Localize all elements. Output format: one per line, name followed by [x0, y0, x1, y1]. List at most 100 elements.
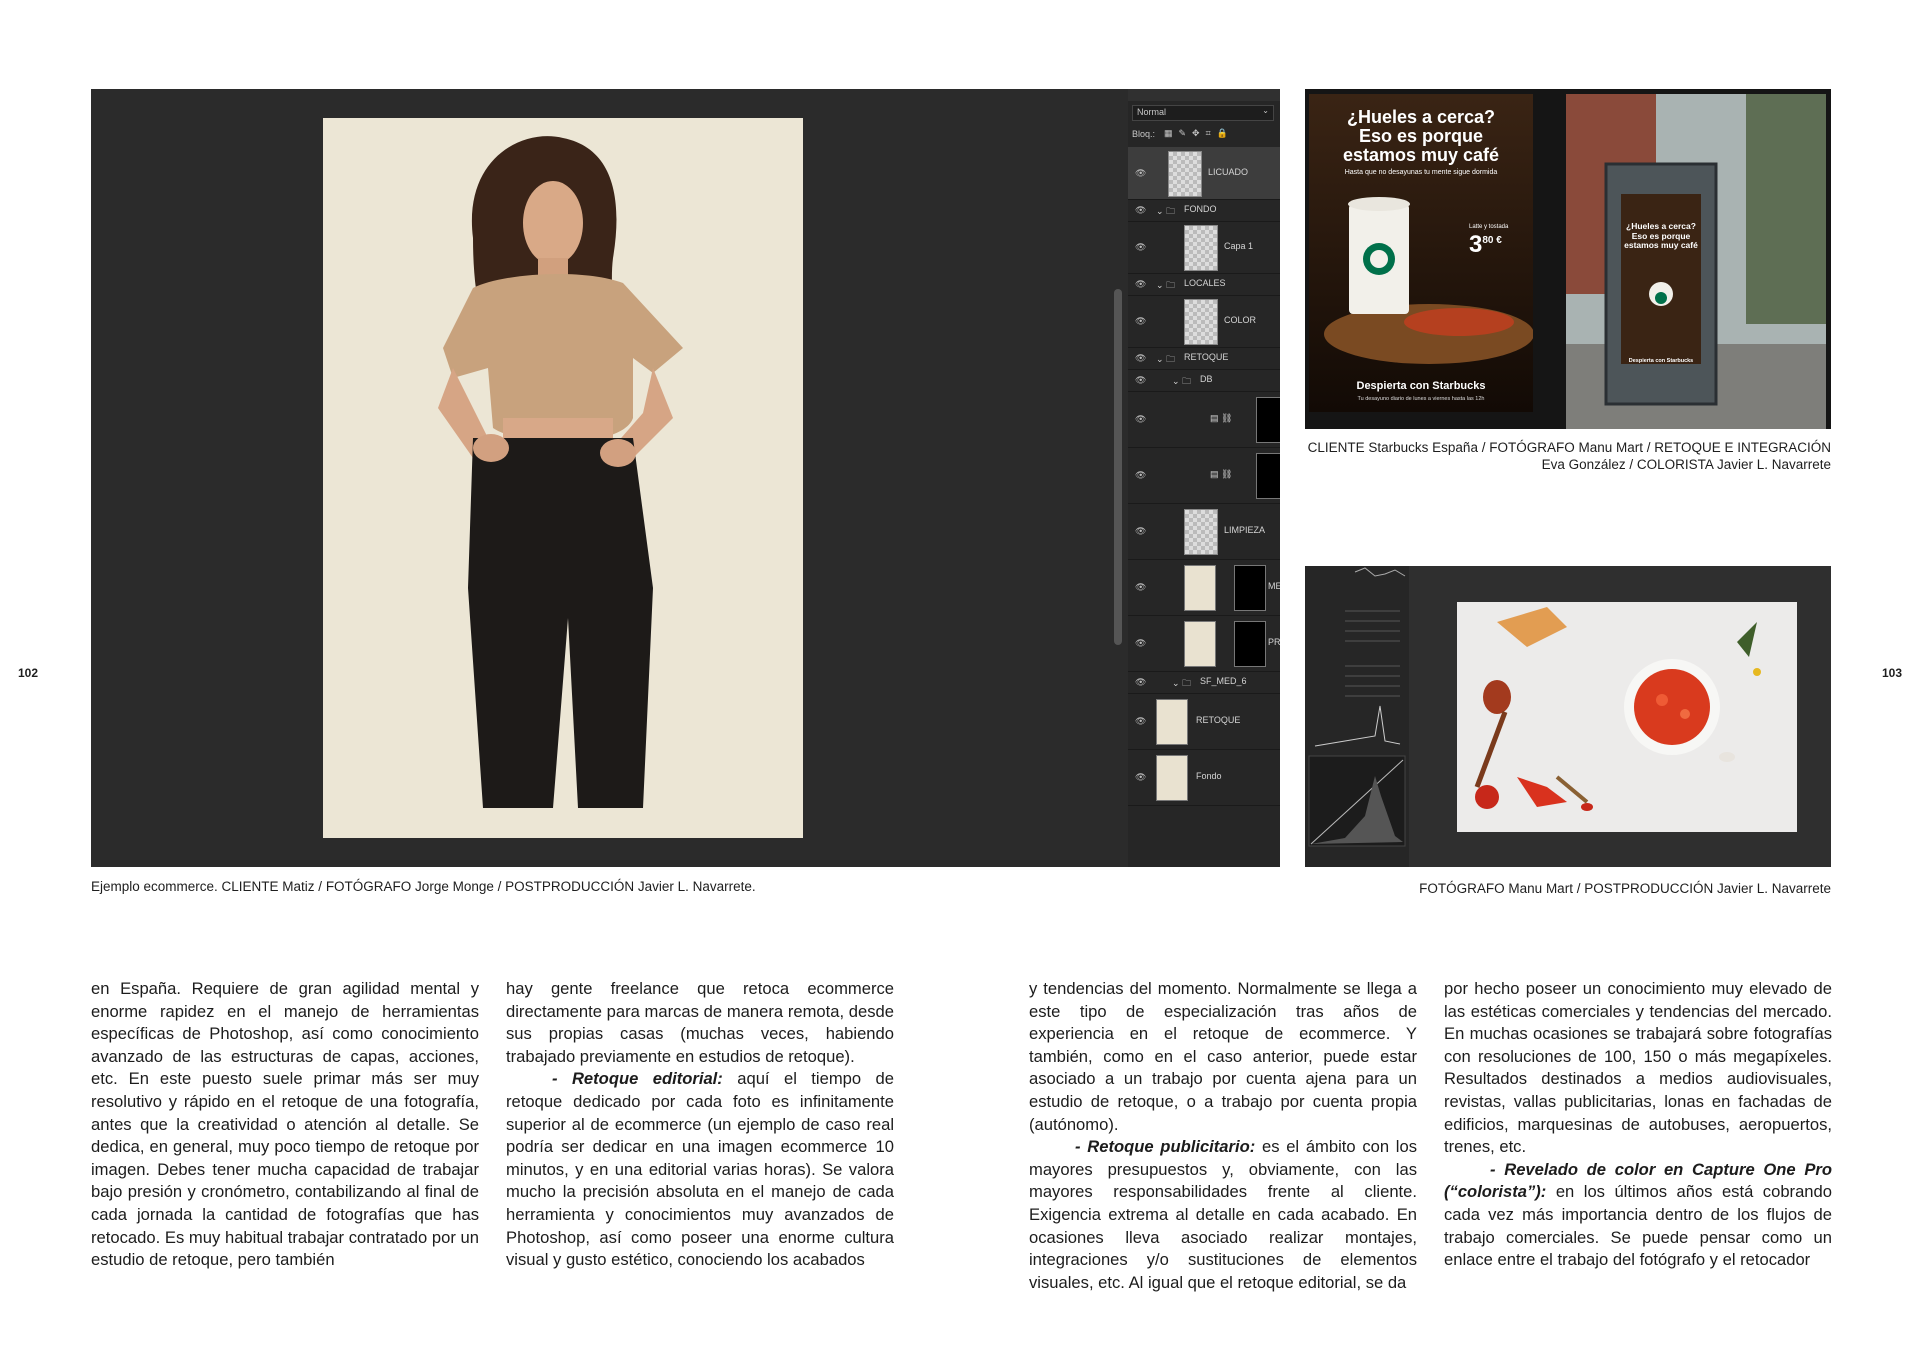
- layer-row[interactable]: 👁 ME: [1128, 559, 1280, 616]
- visibility-eye-icon[interactable]: 👁: [1135, 279, 1146, 290]
- blend-mode-select[interactable]: Normal ⌄: [1132, 105, 1274, 121]
- starbucks-figure: ¿Hueles a cerca? Eso es porque estamos m…: [1305, 89, 1831, 429]
- layer-name: COLOR: [1224, 315, 1257, 325]
- layer-thumbnail: [1156, 699, 1188, 745]
- ad-headline-3: estamos muy café: [1342, 145, 1500, 165]
- layer-row[interactable]: 👁 LIMPIEZA: [1128, 503, 1280, 560]
- visibility-eye-icon[interactable]: 👁: [1135, 772, 1146, 783]
- bus-shelter-photo: ¿Hueles a cerca? Eso es porque estamos m…: [1566, 94, 1826, 429]
- layer-name: ME: [1268, 581, 1280, 591]
- layer-name: RETOQUE: [1184, 352, 1229, 362]
- layer-thumbnail: [1184, 565, 1216, 611]
- layer-mask-thumbnail: [1256, 397, 1280, 443]
- layer-name: FONDO: [1184, 204, 1217, 214]
- layer-name: Capa 1: [1224, 241, 1254, 251]
- paragraph: y tendencias del momento. Normalmente se…: [1029, 979, 1417, 1134]
- visibility-eye-icon[interactable]: 👁: [1135, 168, 1146, 179]
- layer-name: DB: [1200, 374, 1213, 384]
- tomato-food-photo: [1457, 602, 1797, 832]
- ad-price-whole: 3: [1469, 231, 1483, 258]
- visibility-eye-icon[interactable]: 👁: [1135, 414, 1146, 425]
- folder-icon[interactable]: ⌄ 🗀: [1172, 676, 1191, 692]
- folder-icon[interactable]: ⌄ 🗀: [1172, 374, 1191, 390]
- paragraph: en España. Requiere de gran agilidad men…: [91, 979, 479, 1270]
- chevron-down-icon: ⌄: [1262, 106, 1269, 115]
- layer-row[interactable]: 👁 ⌄ 🗀 RETOQUE: [1128, 347, 1280, 370]
- layer-row[interactable]: 👁 ⌄ 🗀 FONDO: [1128, 199, 1280, 222]
- layer-thumbnail: [1168, 151, 1202, 197]
- ad-price: 380 €: [1469, 231, 1502, 259]
- paragraph: - Revelado de color en Capture One Pro (…: [1444, 1159, 1832, 1270]
- visibility-eye-icon[interactable]: 👁: [1135, 353, 1146, 364]
- layer-name: PR: [1268, 637, 1280, 647]
- text-column-2: hay gente freelance que retoca ecommerce…: [506, 978, 894, 1278]
- layer-thumbnail: [1184, 299, 1218, 345]
- model-photo: [323, 118, 803, 838]
- adjustment-icon: ▤ ⛓: [1210, 413, 1233, 423]
- adjustment-icon: ▤ ⛓: [1210, 469, 1233, 479]
- page-number-left: 102: [18, 666, 39, 680]
- layer-row[interactable]: 👁 ▤ ⛓: [1128, 447, 1280, 504]
- ad-headline-1: ¿Hueles a cerca?: [1346, 107, 1496, 127]
- layer-row[interactable]: 👁 LICUADO: [1128, 147, 1280, 200]
- layer-thumbnail: [1156, 755, 1188, 801]
- folder-icon[interactable]: ⌄ 🗀: [1156, 352, 1175, 368]
- visibility-eye-icon[interactable]: 👁: [1135, 716, 1146, 727]
- layer-thumbnail: [1184, 621, 1216, 667]
- starbucks-caption: CLIENTE Starbucks España / FOTÓGRAFO Man…: [1307, 440, 1831, 472]
- folder-icon[interactable]: ⌄ 🗀: [1156, 278, 1175, 294]
- layer-name: LICUADO: [1208, 167, 1249, 177]
- layer-mask-thumbnail: [1234, 565, 1266, 611]
- text-column-1: en España. Requiere de gran agilidad men…: [91, 978, 479, 1278]
- layer-row[interactable]: 👁 ⌄ 🗀 LOCALES: [1128, 273, 1280, 296]
- term-retoque-publicitario: - Retoque publicitario:: [1075, 1137, 1256, 1157]
- layer-name: LIMPIEZA: [1224, 525, 1266, 535]
- ad-headline-2: Eso es porque: [1358, 126, 1484, 146]
- layer-row[interactable]: 👁 ▤ ⛓: [1128, 391, 1280, 448]
- text-column-3: y tendencias del momento. Normalmente se…: [1029, 978, 1417, 1292]
- visibility-eye-icon[interactable]: 👁: [1135, 582, 1146, 593]
- shelter-ad-footer: Despierta con Starbucks: [1628, 358, 1694, 364]
- visibility-eye-icon[interactable]: 👁: [1135, 526, 1146, 537]
- ad-subline: Hasta que no desayunas tu mente sigue do…: [1344, 169, 1498, 176]
- capture-one-tools-panel: [1305, 566, 1409, 867]
- layer-row[interactable]: 👁 ⌄ 🗀 SF_MED_6: [1128, 671, 1280, 694]
- layer-row[interactable]: 👁 Fondo: [1128, 749, 1280, 806]
- layers-panel: Normal ⌄ Bloq.: ▦✎✥⌗🔒 👁 LICUADO 👁 ⌄ 🗀 FONDO 👁…: [1128, 89, 1280, 867]
- visibility-eye-icon[interactable]: 👁: [1135, 316, 1146, 327]
- lock-label: Bloq.:: [1132, 129, 1156, 139]
- visibility-eye-icon[interactable]: 👁: [1135, 375, 1146, 386]
- visibility-eye-icon[interactable]: 👁: [1135, 677, 1146, 688]
- ad-price-label: Latte y tostada: [1469, 224, 1509, 230]
- canvas-scrollbar[interactable]: [1114, 289, 1122, 645]
- layer-row[interactable]: 👁 ⌄ 🗀 DB: [1128, 369, 1280, 392]
- visibility-eye-icon[interactable]: 👁: [1135, 470, 1146, 481]
- paragraph: - Retoque publicitario: es el ámbito con…: [1029, 1137, 1417, 1292]
- lock-icons[interactable]: ▦✎✥⌗🔒: [1164, 128, 1234, 139]
- starbucks-ad-poster: ¿Hueles a cerca? Eso es porque estamos m…: [1309, 94, 1533, 412]
- layer-row[interactable]: 👁 PR: [1128, 615, 1280, 672]
- ad-price-cents: 80 €: [1482, 235, 1502, 246]
- layer-mask-thumbnail: [1234, 621, 1266, 667]
- folder-icon[interactable]: ⌄ 🗀: [1156, 204, 1175, 220]
- page-number-right: 103: [1882, 666, 1903, 680]
- layer-row[interactable]: 👁 RETOQUE: [1128, 693, 1280, 750]
- capture-one-caption: FOTÓGRAFO Manu Mart / POSTPRODUCCIÓN Jav…: [1419, 881, 1831, 896]
- capture-one-screenshot: [1305, 566, 1831, 867]
- blend-mode-value: Normal: [1137, 107, 1167, 117]
- layer-row[interactable]: 👁 Capa 1: [1128, 221, 1280, 274]
- visibility-eye-icon[interactable]: 👁: [1135, 638, 1146, 649]
- layer-mask-thumbnail: [1256, 453, 1280, 499]
- layer-name: LOCALES: [1184, 278, 1226, 288]
- visibility-eye-icon[interactable]: 👁: [1135, 242, 1146, 253]
- ad-footer: Despierta con Starbucks: [1356, 380, 1486, 392]
- layer-thumbnail: [1184, 225, 1218, 271]
- layer-thumbnail: [1184, 509, 1218, 555]
- text-column-4: por hecho poseer un conocimiento muy ele…: [1444, 978, 1832, 1278]
- visibility-eye-icon[interactable]: 👁: [1135, 205, 1146, 216]
- paragraph: hay gente freelance que retoca ecommerce…: [506, 979, 894, 1066]
- layer-name: Fondo: [1196, 771, 1222, 781]
- panel-search-row[interactable]: [1128, 89, 1280, 101]
- ecommerce-photoshop-screenshot: Normal ⌄ Bloq.: ▦✎✥⌗🔒 👁 LICUADO 👁 ⌄ 🗀 FONDO 👁…: [91, 89, 1280, 867]
- layer-row[interactable]: 👁 COLOR: [1128, 295, 1280, 348]
